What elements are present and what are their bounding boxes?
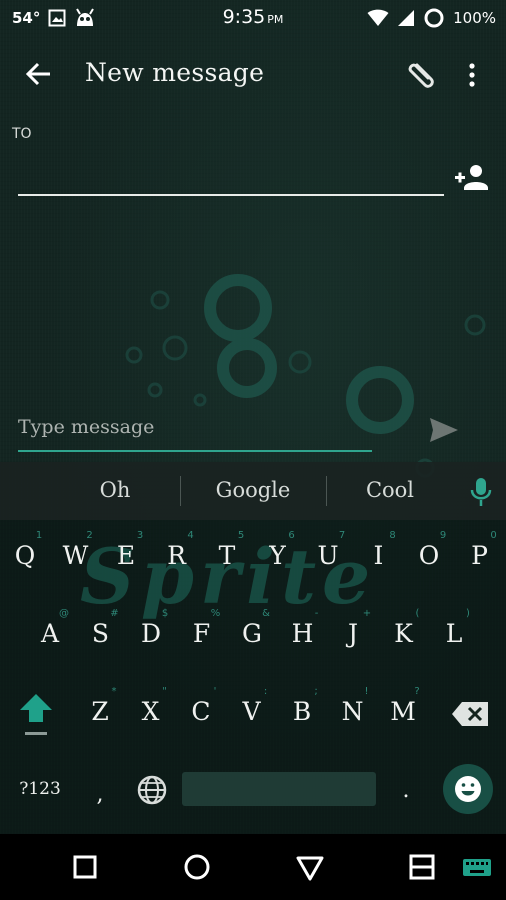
- symbols-key[interactable]: ?123: [10, 774, 70, 804]
- overview-button[interactable]: [68, 850, 102, 884]
- toolbar: New message: [0, 44, 506, 104]
- key-b[interactable]: B: [282, 690, 322, 734]
- emoji-icon: [455, 776, 481, 802]
- send-button[interactable]: [424, 410, 464, 450]
- language-switch-key[interactable]: [134, 772, 170, 808]
- suggestion-3[interactable]: Cool: [345, 478, 435, 502]
- key-i[interactable]: I: [359, 534, 399, 578]
- key-t[interactable]: T: [207, 534, 247, 578]
- arrow-back-icon: [25, 62, 50, 86]
- home-button[interactable]: [180, 850, 214, 884]
- globe-icon: [137, 775, 167, 805]
- nav-overview-icon: [73, 855, 97, 879]
- shift-icon: [20, 694, 52, 735]
- page-title: New message: [85, 58, 265, 87]
- wifi-icon: [367, 9, 389, 26]
- more-vert-icon: [469, 63, 475, 87]
- recipient-input[interactable]: [18, 160, 444, 196]
- split-screen-icon: [409, 854, 435, 880]
- key-s[interactable]: S: [81, 612, 121, 656]
- to-label: TO: [12, 126, 32, 142]
- message-input[interactable]: [18, 404, 372, 452]
- suggestion-divider: [326, 476, 327, 506]
- back-button[interactable]: [22, 56, 58, 92]
- key-q[interactable]: Q: [5, 534, 45, 578]
- battery-icon: [424, 8, 444, 28]
- key-u[interactable]: U: [308, 534, 348, 578]
- suggestion-bar: Oh Google Cool: [0, 462, 506, 520]
- key-a[interactable]: A: [30, 612, 70, 656]
- keyboard: Oh Google Cool Sprite 1Q2W3E4R5T6Y7U8I9O…: [0, 462, 506, 834]
- key-y[interactable]: Y: [258, 534, 298, 578]
- nav-back-icon: [296, 856, 324, 881]
- key-l[interactable]: L: [434, 612, 474, 656]
- key-m[interactable]: M: [383, 690, 423, 734]
- battery-percent: 100%: [453, 9, 496, 27]
- navigation-bar: [0, 834, 506, 900]
- add-contact-button[interactable]: [452, 160, 492, 196]
- key-o[interactable]: O: [409, 534, 449, 578]
- key-h[interactable]: H: [283, 612, 323, 656]
- key-x[interactable]: X: [131, 690, 171, 734]
- key-p[interactable]: P: [460, 534, 500, 578]
- send-icon: [430, 418, 458, 442]
- status-bar: 54° 9:35 PM 100%: [0, 0, 506, 36]
- emoji-button[interactable]: [443, 764, 493, 814]
- period-key[interactable]: .: [394, 778, 418, 808]
- key-n[interactable]: N: [333, 690, 373, 734]
- attach-button[interactable]: [400, 54, 444, 98]
- key-c[interactable]: C: [181, 690, 221, 734]
- keyboard-switch-button[interactable]: [460, 850, 494, 884]
- key-f[interactable]: F: [182, 612, 222, 656]
- split-screen-button[interactable]: [405, 850, 439, 884]
- key-k[interactable]: K: [384, 612, 424, 656]
- space-key[interactable]: [182, 772, 376, 806]
- backspace-icon: [452, 702, 488, 726]
- mic-icon: [470, 478, 492, 506]
- nav-back-button[interactable]: [293, 850, 327, 884]
- more-options-button[interactable]: [460, 58, 484, 94]
- nav-home-icon: [184, 854, 210, 880]
- key-g[interactable]: G: [232, 612, 272, 656]
- suggestion-2[interactable]: Google: [195, 478, 311, 502]
- keyboard-switch-icon: [463, 859, 491, 876]
- suggestion-1[interactable]: Oh: [70, 478, 160, 502]
- comma-key[interactable]: ,: [88, 782, 112, 812]
- key-e[interactable]: E: [106, 534, 146, 578]
- key-d[interactable]: D: [131, 612, 171, 656]
- key-w[interactable]: W: [56, 534, 96, 578]
- key-j[interactable]: J: [333, 612, 373, 656]
- key-v[interactable]: V: [232, 690, 272, 734]
- cell-signal-icon: [398, 10, 415, 26]
- key-r[interactable]: R: [157, 534, 197, 578]
- backspace-key[interactable]: [448, 694, 494, 734]
- person-add-icon: [455, 165, 488, 190]
- key-z[interactable]: Z: [80, 690, 120, 734]
- shift-key[interactable]: [14, 688, 58, 740]
- voice-input-button[interactable]: [466, 476, 496, 508]
- suggestion-divider: [180, 476, 181, 506]
- paperclip-icon: [408, 63, 434, 88]
